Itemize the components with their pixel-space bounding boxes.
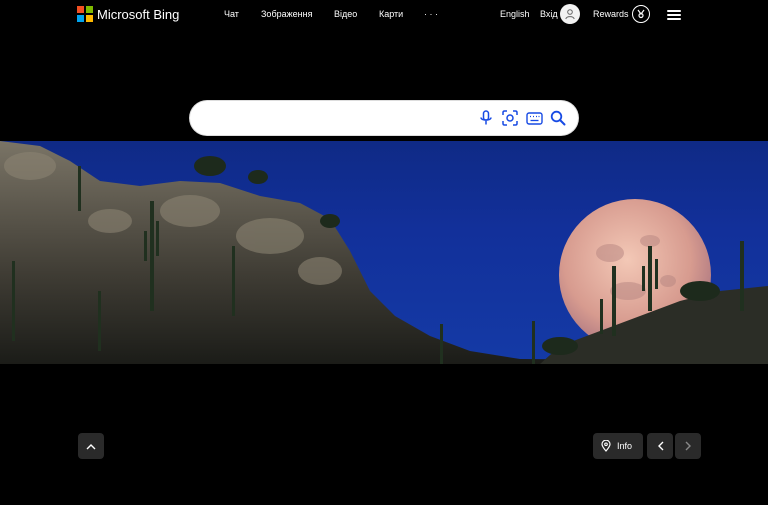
chevron-left-icon xyxy=(657,441,663,451)
search-input[interactable] xyxy=(204,109,468,129)
bing-logo[interactable]: Microsoft Bing xyxy=(77,6,179,22)
nav-item-chat[interactable]: Чат xyxy=(224,9,239,19)
nav-item-more[interactable]: · · · xyxy=(424,9,438,19)
info-label: Info xyxy=(617,441,633,451)
location-pin-icon xyxy=(601,440,611,452)
avatar[interactable] xyxy=(560,4,580,24)
moonrise-desert-image xyxy=(0,141,768,364)
visual-search-icon[interactable] xyxy=(501,109,519,127)
nav-item-videos[interactable]: Відео xyxy=(334,9,357,19)
nav-item-maps[interactable]: Карти xyxy=(379,9,403,19)
next-image-button[interactable] xyxy=(675,433,701,459)
image-info-button[interactable]: Info xyxy=(593,433,643,459)
user-icon xyxy=(565,9,575,20)
hamburger-menu-icon[interactable] xyxy=(667,10,681,20)
previous-image-button[interactable] xyxy=(647,433,673,459)
chevron-up-icon xyxy=(86,443,96,449)
scroll-up-button[interactable] xyxy=(78,433,104,459)
top-header: Microsoft Bing Чат Зображення Відео Карт… xyxy=(0,0,768,30)
sign-in-link[interactable]: Вхід xyxy=(540,9,558,19)
brand-name: Microsoft Bing xyxy=(97,6,180,22)
search-icon[interactable] xyxy=(549,109,567,127)
microphone-icon[interactable] xyxy=(477,109,495,127)
language-link[interactable]: English xyxy=(500,9,530,19)
trophy-icon xyxy=(637,9,645,19)
rewards-link[interactable]: Rewards xyxy=(593,9,629,19)
keyboard-icon[interactable] xyxy=(525,109,543,127)
rewards-medal-icon[interactable] xyxy=(632,5,650,23)
microsoft-logo-icon xyxy=(77,6,93,22)
bing-homepage: Microsoft Bing Чат Зображення Відео Карт… xyxy=(0,0,768,505)
chevron-right-icon xyxy=(685,441,691,451)
search-box xyxy=(190,101,578,135)
nav-item-images[interactable]: Зображення xyxy=(261,9,312,19)
background-image xyxy=(0,141,768,364)
